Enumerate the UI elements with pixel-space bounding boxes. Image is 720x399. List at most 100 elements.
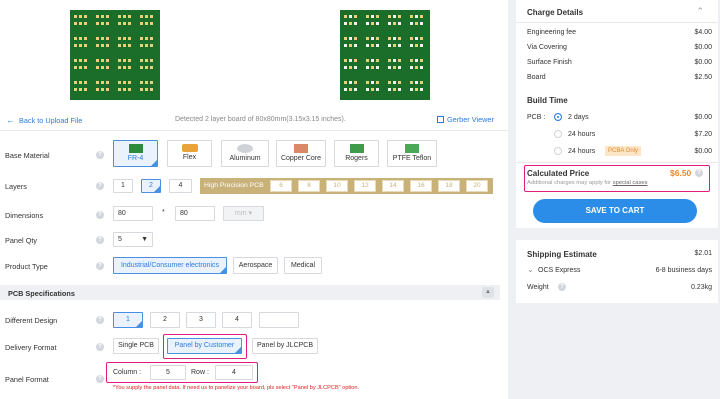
pcb-pad [74, 81, 77, 84]
pcb-pad [128, 15, 131, 18]
help-icon[interactable]: ? [558, 283, 566, 291]
layers-option-16[interactable]: 16 [410, 180, 432, 192]
layers-option-2[interactable]: 2 [141, 179, 161, 193]
pcb-pad [79, 22, 82, 25]
pcb-pad [354, 37, 357, 40]
panel-qty-select[interactable]: 5 ▼ [113, 232, 153, 247]
column-input[interactable]: 5 [150, 365, 186, 380]
chevron-down-icon[interactable]: ⌄ [527, 265, 534, 274]
layers-option-4[interactable]: 4 [169, 179, 192, 193]
pcb-pad [420, 66, 423, 69]
help-icon[interactable]: ? [96, 151, 104, 159]
back-to-upload-link[interactable]: ← Back to Upload File [6, 115, 82, 125]
pcb-pad [371, 59, 374, 62]
shipping-title: Shipping Estimate [527, 250, 597, 259]
delivery-panel-by-jlcpcb[interactable]: Panel by JLCPCB [252, 338, 318, 354]
pcb-pad [79, 59, 82, 62]
design-option-1[interactable]: 1 [113, 312, 143, 328]
pcb-pad [376, 15, 379, 18]
layers-option-20[interactable]: 20 [466, 180, 488, 192]
help-icon[interactable]: ? [96, 262, 104, 270]
build-option-price: $0.00 [694, 148, 712, 155]
caret-down-icon: ▾ [248, 210, 253, 217]
shipping-method[interactable]: OCS Express [538, 267, 580, 274]
chevron-up-icon[interactable]: ⌃ [696, 6, 704, 17]
design-option-3[interactable]: 3 [186, 312, 216, 328]
different-design-label: Different Design [5, 316, 58, 325]
material-option-rogers[interactable]: Rogers [334, 140, 379, 167]
pcb-pad [150, 81, 153, 84]
pcb-pad [106, 37, 109, 40]
chevron-up-icon[interactable]: ▲ [482, 287, 494, 298]
material-option-fr4[interactable]: FR-4 [113, 140, 158, 167]
material-option-copper-core[interactable]: Copper Core [276, 140, 326, 167]
pcba-only-badge: PCBA Only [605, 146, 642, 156]
build-option-price: $7.20 [694, 131, 712, 138]
design-option-2[interactable]: 2 [150, 312, 180, 328]
layers-option-8[interactable]: 8 [298, 180, 320, 192]
pcb-pad [79, 81, 82, 84]
dimension-unit-select[interactable]: mm ▾ [223, 206, 264, 221]
pcb-pad [371, 88, 374, 91]
pcb-pad [140, 81, 143, 84]
radio-icon[interactable] [554, 147, 562, 155]
pcb-pad [79, 66, 82, 69]
pcb-pad [96, 37, 99, 40]
pcb-pad [354, 22, 357, 25]
pcb-pad [393, 88, 396, 91]
layers-option-18[interactable]: 18 [438, 180, 460, 192]
material-option-aluminum[interactable]: Aluminum [221, 140, 269, 167]
help-icon[interactable]: ? [96, 343, 104, 351]
dimension-width-input[interactable]: 80 [113, 206, 153, 221]
pcb-pad [145, 22, 148, 25]
help-icon[interactable]: ? [695, 169, 703, 177]
pcb-pad [140, 88, 143, 91]
build-option-label[interactable]: 24 hours [568, 131, 595, 138]
pcb-pad [398, 22, 401, 25]
pcb-pad [415, 44, 418, 47]
pcb-pad [366, 22, 369, 25]
help-icon[interactable]: ? [96, 211, 104, 219]
product-type-industrial[interactable]: Industrial/Consumer electronics [113, 257, 227, 274]
build-option-label[interactable]: 2 days [568, 114, 589, 121]
build-option-label[interactable]: 24 hours [568, 148, 595, 155]
product-type-medical[interactable]: Medical [284, 257, 322, 274]
pcb-pad [393, 59, 396, 62]
pcb-pad [388, 22, 391, 25]
dimension-height-input[interactable]: 80 [175, 206, 215, 221]
help-icon[interactable]: ? [96, 182, 104, 190]
pcb-pad [420, 44, 423, 47]
pcb-pad [420, 81, 423, 84]
pcb-pad [371, 44, 374, 47]
gerber-viewer-link[interactable]: Gerber Viewer [437, 115, 494, 124]
pcb-bottom-preview [340, 10, 430, 100]
save-to-cart-button[interactable]: SAVE TO CART [533, 199, 697, 223]
row-input[interactable]: 4 [215, 365, 253, 380]
help-icon[interactable]: ? [96, 375, 104, 383]
pcb-pad [140, 66, 143, 69]
aluminum-icon [237, 144, 253, 153]
charge-item-price: $0.00 [694, 44, 712, 51]
column-label: Column : [113, 369, 142, 376]
design-option-4[interactable]: 4 [222, 312, 252, 328]
layers-option-12[interactable]: 12 [354, 180, 376, 192]
delivery-single-pcb[interactable]: Single PCB [113, 338, 159, 354]
product-type-aerospace[interactable]: Aerospace [233, 257, 278, 274]
pcb-specifications-header[interactable]: PCB Specifications ▲ [0, 285, 500, 300]
radio-icon[interactable] [554, 113, 562, 121]
layers-option-10[interactable]: 10 [326, 180, 348, 192]
charge-item-price: $4.00 [694, 29, 712, 36]
layers-option-6[interactable]: 6 [270, 180, 292, 192]
layers-option-1[interactable]: 1 [113, 179, 133, 193]
help-icon[interactable]: ? [96, 236, 104, 244]
design-custom-input[interactable] [259, 312, 299, 328]
special-cases-link[interactable]: special cases [613, 180, 648, 186]
material-option-flex[interactable]: Flex [167, 140, 212, 167]
layers-option-14[interactable]: 14 [382, 180, 404, 192]
radio-icon[interactable] [554, 130, 562, 138]
help-icon[interactable]: ? [96, 316, 104, 324]
rogers-icon [349, 144, 364, 153]
material-option-ptfe-teflon[interactable]: PTFE Teflon [387, 140, 437, 167]
pcb-pad [349, 22, 352, 25]
pcb-pad [79, 15, 82, 18]
